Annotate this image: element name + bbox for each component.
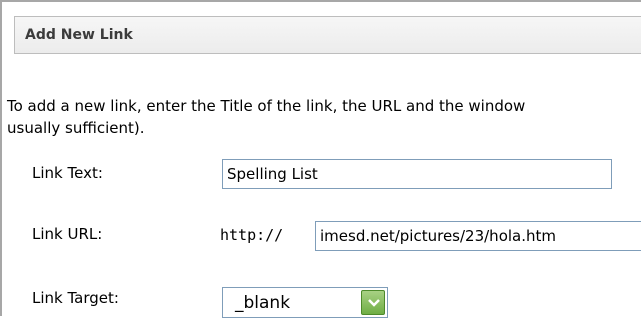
link-text-label: Link Text: xyxy=(32,164,103,182)
instructions-line-1: To add a new link, enter the Title of th… xyxy=(7,97,526,115)
link-url-label: Link URL: xyxy=(32,225,103,243)
url-prefix: http:// xyxy=(220,226,284,244)
instructions-line-2: usually sufficient). xyxy=(7,119,145,137)
link-target-value: _blank xyxy=(235,293,291,313)
dialog-frame: Add New Link To add a new link, enter th… xyxy=(0,0,641,318)
link-target-select[interactable]: _blank xyxy=(222,287,388,318)
dropdown-button[interactable] xyxy=(361,290,385,315)
link-url-input[interactable]: imesd.net/pictures/23/hola.htm xyxy=(315,221,641,251)
panel-header: Add New Link xyxy=(14,16,641,54)
link-target-label: Link Target: xyxy=(32,289,119,307)
link-text-input[interactable]: Spelling List xyxy=(222,159,612,189)
instructions-text: To add a new link, enter the Title of th… xyxy=(7,95,641,139)
chevron-down-icon xyxy=(368,299,380,307)
panel-title: Add New Link xyxy=(25,27,133,43)
